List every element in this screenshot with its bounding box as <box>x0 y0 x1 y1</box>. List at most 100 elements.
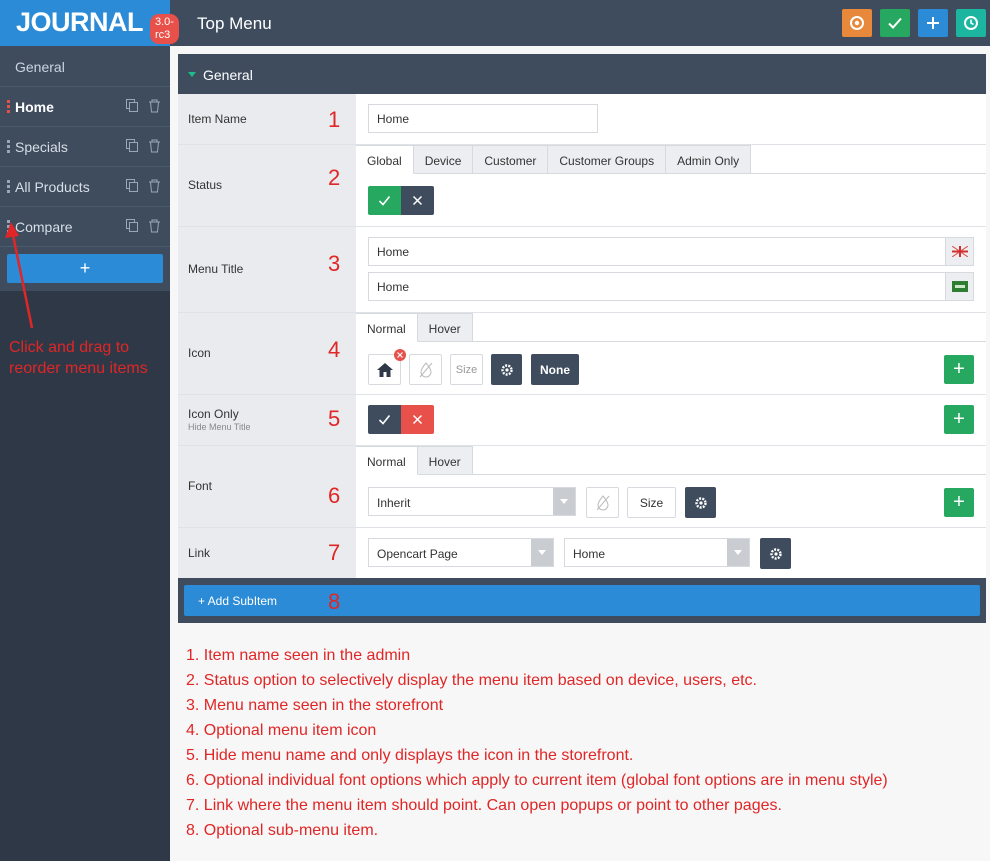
status-off-toggle[interactable] <box>401 186 434 215</box>
trash-icon[interactable] <box>148 139 161 153</box>
add-font-button[interactable]: + <box>944 488 974 517</box>
add-subitem-label: + Add SubItem <box>198 594 278 608</box>
tab-normal[interactable]: Normal <box>356 313 418 342</box>
annotation-number: 4 <box>328 337 341 362</box>
sidebar-item-all-products[interactable]: All Products <box>0 166 170 206</box>
add-icon-button[interactable]: + <box>944 355 974 384</box>
save-button[interactable] <box>880 9 910 37</box>
copy-icon[interactable] <box>126 179 139 193</box>
note-line: 5. Hide menu name and only displays the … <box>186 747 634 764</box>
trash-icon[interactable] <box>148 219 161 233</box>
row-label: Status 2 <box>178 145 356 226</box>
row-link: Link 7 Opencart Page Home <box>178 528 986 578</box>
link-type-select[interactable]: Opencart Page <box>368 538 554 567</box>
page-title: Top Menu <box>197 14 272 33</box>
note-line: 1. Item name seen in the admin <box>186 647 411 664</box>
item-name-input[interactable]: Home <box>368 104 598 133</box>
icon-only-sublabel: Hide Menu Title <box>188 422 251 432</box>
chevron-down-icon <box>727 539 749 566</box>
trash-icon[interactable] <box>148 179 161 193</box>
sidebar: General Home Specials All Products Compa… <box>0 46 170 861</box>
note-line: 8. Optional sub-menu item. <box>186 822 379 839</box>
icon-tabs: Normal Hover <box>356 313 473 342</box>
font-color-button[interactable] <box>586 487 619 518</box>
link-settings-button[interactable] <box>760 538 791 569</box>
row-status: Status 2 Global Device Customer Customer… <box>178 145 986 227</box>
version-badge: 3.0-rc3 <box>150 14 179 44</box>
menu-title-input-lang1[interactable]: Home <box>368 237 946 266</box>
tab-normal[interactable]: Normal <box>356 446 418 475</box>
icon-color-button[interactable] <box>409 354 442 385</box>
plus-icon <box>927 17 939 29</box>
tab-admin-only[interactable]: Admin Only <box>666 145 752 174</box>
icon-size-input[interactable]: Size <box>450 354 483 385</box>
gear-icon <box>769 547 782 560</box>
remove-icon-button[interactable] <box>394 349 406 361</box>
annotation-number: 3 <box>328 251 341 276</box>
settings-button[interactable] <box>842 9 872 37</box>
add-icon-only-button[interactable]: + <box>944 405 974 434</box>
tab-customer-groups[interactable]: Customer Groups <box>548 145 667 174</box>
font-label: Font <box>188 479 213 493</box>
row-content: Normal Hover Size None + <box>356 313 986 394</box>
copy-icon[interactable] <box>126 139 139 153</box>
color-drop-icon <box>596 494 609 510</box>
check-icon <box>378 414 391 425</box>
tab-customer[interactable]: Customer <box>473 145 549 174</box>
gear-icon <box>850 16 864 30</box>
icon-only-off-toggle[interactable] <box>401 405 434 434</box>
note-line: 7. Link where the menu item should point… <box>186 797 782 814</box>
row-icon: Icon 4 Normal Hover Size None + <box>178 313 986 395</box>
row-item-name: Item Name 1 Home <box>178 94 986 145</box>
drag-handle-icon[interactable] <box>7 100 10 114</box>
font-settings-button[interactable] <box>685 487 716 518</box>
note-line: 2. Status option to selectively display … <box>186 672 757 689</box>
close-icon <box>412 195 423 206</box>
general-section-header[interactable]: General <box>178 54 986 94</box>
status-on-toggle[interactable] <box>368 186 401 215</box>
link-page-select[interactable]: Home <box>564 538 750 567</box>
tab-device[interactable]: Device <box>413 145 474 174</box>
row-content: Opencart Page Home <box>356 528 986 578</box>
icon-none-button[interactable]: None <box>531 354 579 385</box>
add-subitem-button[interactable]: + Add SubItem <box>184 585 980 616</box>
sidebar-item-home[interactable]: Home <box>0 86 170 126</box>
flag-green-icon <box>945 272 974 301</box>
add-button[interactable] <box>918 9 948 37</box>
icon-settings-button[interactable] <box>491 354 522 385</box>
sidebar-item-label: Specials <box>15 139 68 155</box>
sidebar-general[interactable]: General <box>0 46 170 86</box>
drag-handle-icon[interactable] <box>7 180 10 194</box>
sidebar-item-specials[interactable]: Specials <box>0 126 170 166</box>
note-line: 4. Optional menu item icon <box>186 722 377 739</box>
copy-icon[interactable] <box>126 219 139 233</box>
tab-hover[interactable]: Hover <box>417 313 473 342</box>
menu-title-input-lang2[interactable]: Home <box>368 272 946 301</box>
icon-only-on-toggle[interactable] <box>368 405 401 434</box>
trash-icon[interactable] <box>148 99 161 113</box>
row-font: Font 6 Normal Hover Inherit Size + <box>178 446 986 528</box>
sidebar-item-label: Home <box>15 99 54 115</box>
row-label: Link 7 <box>178 528 356 578</box>
font-tabs: Normal Hover <box>356 446 473 475</box>
status-label: Status <box>188 178 223 192</box>
note-line: 6. Optional individual font options whic… <box>186 772 888 789</box>
row-content: Home <box>356 94 986 144</box>
history-button[interactable] <box>956 9 986 37</box>
item-name-label: Item Name <box>188 112 247 126</box>
tab-global[interactable]: Global <box>356 145 414 174</box>
annotation-number: 7 <box>328 540 341 565</box>
menu-title-label: Menu Title <box>188 262 244 276</box>
font-size-input[interactable]: Size <box>627 487 676 518</box>
row-content: Normal Hover Inherit Size + <box>356 446 986 527</box>
annotation-notes: 1. Item name seen in the admin 2. Status… <box>186 643 888 843</box>
tab-hover[interactable]: Hover <box>417 446 473 475</box>
link-type-value: Opencart Page <box>377 547 458 561</box>
copy-icon[interactable] <box>126 99 139 113</box>
font-family-select[interactable]: Inherit <box>368 487 576 516</box>
drag-handle-icon[interactable] <box>7 140 10 154</box>
subitem-bar: + Add SubItem 8 <box>178 578 986 623</box>
icon-only-label: Icon Only <box>188 407 239 421</box>
top-bar: JOURNAL 3.0-rc3 Top Menu <box>0 0 990 46</box>
flag-uk-icon <box>945 237 974 266</box>
